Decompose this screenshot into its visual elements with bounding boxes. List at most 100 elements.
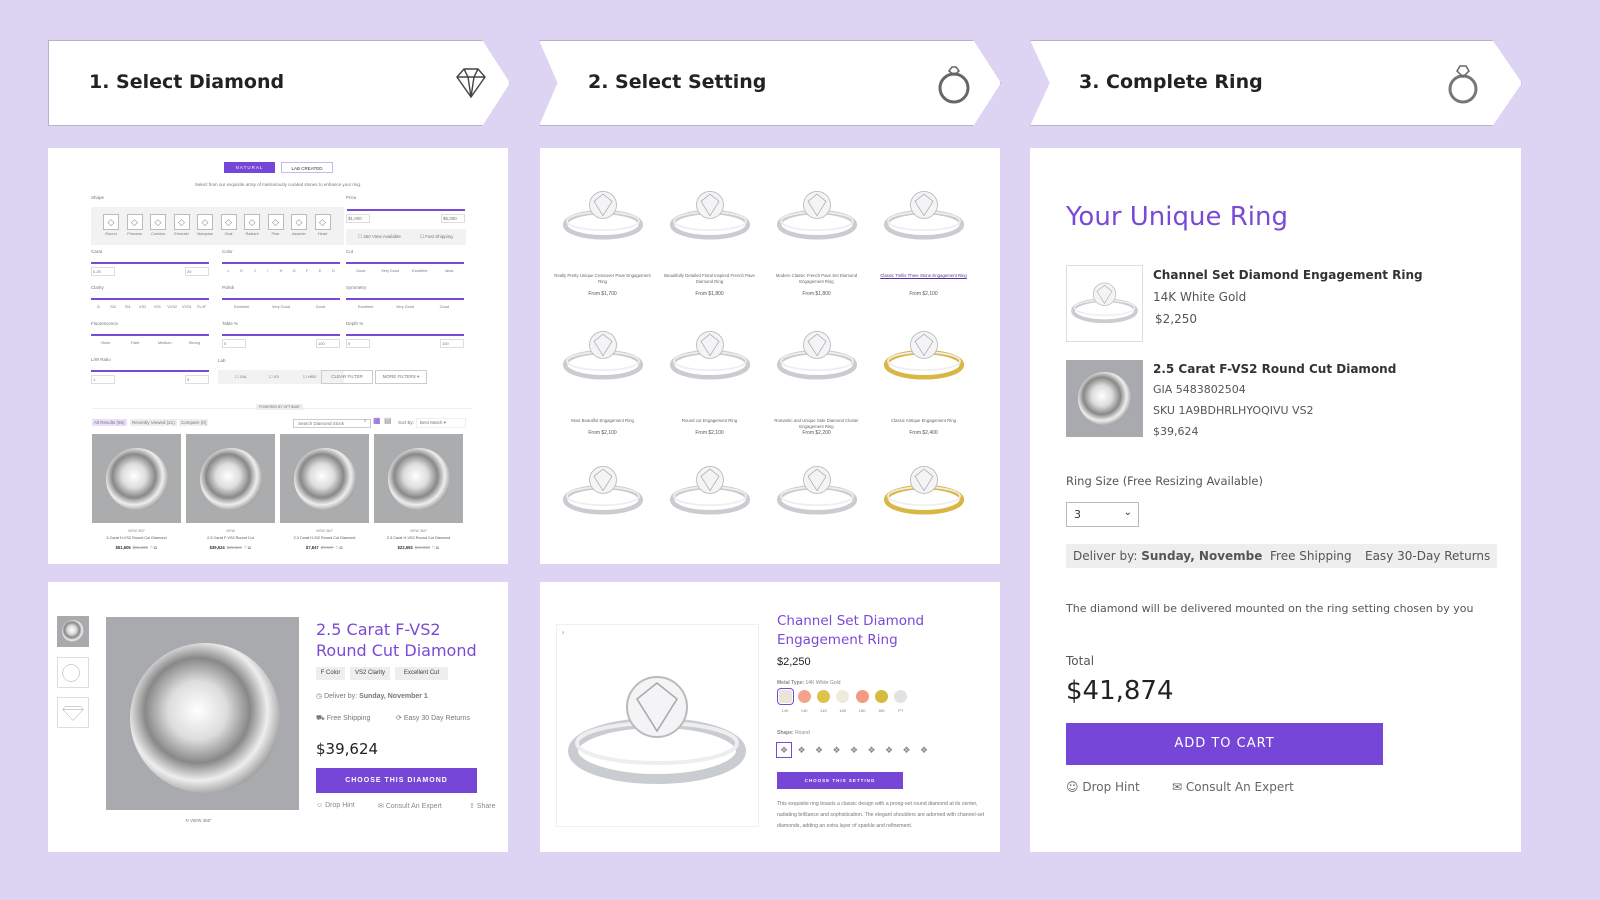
shape-option[interactable]: ❖ xyxy=(795,743,809,757)
polish-slider[interactable] xyxy=(222,298,340,300)
shape-option-oval[interactable]: ◇ Oval xyxy=(219,214,239,236)
lab-option-gia[interactable]: ☐ GIA xyxy=(235,374,247,379)
checkbox-360-view[interactable]: ☐ 360 View Available xyxy=(358,234,401,240)
carat-max-input[interactable]: 20 xyxy=(185,267,209,276)
search-input[interactable]: Search Diamond Stock xyxy=(293,419,371,428)
thumbnail-top-diagram[interactable] xyxy=(57,657,89,688)
shape-option-asscher[interactable]: ◇ Asscher xyxy=(289,214,309,236)
depth-max-input[interactable]: 100 xyxy=(440,339,464,348)
diamond-card[interactable]: VIEW 360° 3 Carat H-VS2 Round Cut Diamond… xyxy=(92,434,181,562)
shape-option[interactable]: ❖ xyxy=(917,743,931,757)
lw-min-input[interactable]: 1 xyxy=(91,375,115,384)
setting-card[interactable]: Classic Antique Engagement Ring From $2,4… xyxy=(871,313,976,453)
metal-option[interactable]: 14K xyxy=(816,690,832,713)
thumbnail-side-diagram[interactable] xyxy=(57,697,89,728)
compare-icon[interactable]: ♡⚖ xyxy=(432,545,440,550)
depth-slider[interactable] xyxy=(346,334,464,336)
shape-option-cushion[interactable]: ◇ Cushion xyxy=(148,214,168,236)
setting-card[interactable]: Modern Classic French Pave Set Diamond E… xyxy=(764,173,869,313)
tab-natural[interactable]: NATURAL xyxy=(224,162,275,173)
metal-option[interactable]: PT xyxy=(893,690,909,713)
carat-min-input[interactable]: 0.25 xyxy=(91,267,115,276)
clarity-slider[interactable] xyxy=(91,298,209,300)
view-360-link[interactable]: VIEW xyxy=(186,529,275,533)
drop-hint-link[interactable]: ☺ Drop Hint xyxy=(316,802,355,809)
lab-option-igi[interactable]: ☐ IGI xyxy=(269,374,279,379)
metal-option[interactable]: 18K xyxy=(854,690,870,713)
setting-card[interactable]: Romantic and Unique Side Diamond Cluster… xyxy=(764,313,869,453)
shape-option[interactable]: ❖ xyxy=(830,743,844,757)
consult-expert-link[interactable]: ✉ Consult An Expert xyxy=(378,802,442,810)
add-to-cart-button[interactable]: ADD TO CART xyxy=(1066,723,1383,765)
tab-compare[interactable]: Compare (0) xyxy=(179,419,209,426)
lw-max-input[interactable]: 5 xyxy=(185,375,209,384)
setting-name[interactable]: Really Pretty Unique Crossover Pave Enga… xyxy=(550,273,655,285)
list-view-icon[interactable]: ▤ xyxy=(384,416,392,425)
setting-card[interactable]: Classic Trellis Three Stone Engagement R… xyxy=(871,173,976,313)
shape-option-radiant[interactable]: ◇ Radiant xyxy=(242,214,262,236)
setting-name[interactable]: Classic Antique Engagement Ring xyxy=(871,418,976,424)
tab-lab-created[interactable]: LAB CREATED xyxy=(281,162,333,173)
setting-card[interactable] xyxy=(657,448,762,588)
setting-card[interactable]: Round cut Engagement Ring From $2,100 xyxy=(657,313,762,453)
grid-view-icon[interactable]: ▦ xyxy=(373,416,381,425)
setting-main-image[interactable] xyxy=(556,624,759,827)
depth-min-input[interactable]: 0 xyxy=(346,339,370,348)
shape-option[interactable]: ❖ xyxy=(812,743,826,757)
shape-option[interactable]: ❖ xyxy=(847,743,861,757)
ring-size-select[interactable]: 3 ⌄ xyxy=(1066,502,1139,527)
setting-name[interactable]: Most Beautiful Engagement Ring xyxy=(550,418,655,424)
table-slider[interactable] xyxy=(222,334,340,336)
shape-option-marquise[interactable]: ◇ Marquise xyxy=(195,214,215,236)
setting-card[interactable]: Most Beautiful Engagement Ring From $2,10… xyxy=(550,313,655,453)
shape-option-round[interactable]: ◇ Round xyxy=(101,214,121,236)
drop-hint-link[interactable]: ☺ Drop Hint xyxy=(1066,780,1140,794)
diamond-main-image[interactable] xyxy=(106,617,299,810)
diamond-card[interactable]: VIEW 360° 2.3 Carat H-SI2 Round Cut Diamo… xyxy=(280,434,369,562)
choose-diamond-button[interactable]: CHOOSE THIS DIAMOND xyxy=(316,768,477,793)
share-link[interactable]: ⇪ Share xyxy=(469,802,496,810)
zoom-icon[interactable]: ⌕ xyxy=(562,630,565,635)
shape-option-heart[interactable]: ◇ Heart xyxy=(313,214,333,236)
price-min-input[interactable]: $1,000 xyxy=(346,214,370,223)
setting-card[interactable] xyxy=(764,448,869,588)
setting-name[interactable]: Beautifully Detailed Floral Inspired Fre… xyxy=(657,273,762,285)
setting-name[interactable]: Romantic and Unique Side Diamond Cluster… xyxy=(764,418,869,430)
shape-option[interactable]: ❖ xyxy=(882,743,896,757)
view-360-link[interactable]: VIEW 360° xyxy=(374,529,463,533)
setting-name[interactable]: Classic Trellis Three Stone Engagement R… xyxy=(871,273,976,279)
metal-option[interactable]: 18K xyxy=(835,690,851,713)
symmetry-slider[interactable] xyxy=(346,298,464,300)
shape-option[interactable]: ❖ xyxy=(900,743,914,757)
cut-slider[interactable] xyxy=(346,262,464,264)
clear-filter-button[interactable]: CLEAR FILTER xyxy=(321,370,373,384)
choose-setting-button[interactable]: CHOOSE THIS SETTING xyxy=(777,772,903,789)
shape-option-emerald[interactable]: ◇ Emerald xyxy=(172,214,192,236)
carat-slider[interactable] xyxy=(91,262,209,264)
shape-option[interactable]: ❖ xyxy=(865,743,879,757)
shape-option[interactable]: ❖ xyxy=(776,742,792,758)
setting-card[interactable] xyxy=(871,448,976,588)
price-slider[interactable] xyxy=(347,209,465,211)
setting-card[interactable] xyxy=(550,448,655,588)
shape-option-princess[interactable]: ◇ Princess xyxy=(125,214,145,236)
diamond-card[interactable]: VIEW 360° 2.3 Carat H-VS2 Round Cut Diamo… xyxy=(374,434,463,562)
thumbnail-photo[interactable] xyxy=(57,616,89,647)
metal-option[interactable]: 18K xyxy=(874,690,890,713)
table-max-input[interactable]: 100 xyxy=(316,339,340,348)
step-select-diamond[interactable]: 1. Select Diamond xyxy=(48,40,510,126)
step-select-setting[interactable]: 2. Select Setting xyxy=(539,40,1001,126)
setting-card[interactable]: Really Pretty Unique Crossover Pave Enga… xyxy=(550,173,655,313)
setting-name[interactable]: Modern Classic French Pave Set Diamond E… xyxy=(764,273,869,285)
view-360-button[interactable]: ⟲ VIEW 360° xyxy=(185,818,212,824)
consult-expert-link[interactable]: ✉ Consult An Expert xyxy=(1172,780,1294,794)
view-360-link[interactable]: VIEW 360° xyxy=(92,529,181,533)
color-slider[interactable] xyxy=(222,262,340,264)
shape-option-pear[interactable]: ◇ Pear xyxy=(266,214,286,236)
lw-slider[interactable] xyxy=(91,370,209,372)
tab-recently-viewed[interactable]: Recently Viewed (21) xyxy=(130,419,177,426)
compare-icon[interactable]: ♡⚖ xyxy=(150,545,158,550)
compare-icon[interactable]: ♡⚖ xyxy=(244,545,252,550)
checkbox-fast-shipping[interactable]: ☐ Fast Shipping xyxy=(420,234,453,240)
lab-option-hrd[interactable]: ☐ HRD xyxy=(303,374,316,379)
